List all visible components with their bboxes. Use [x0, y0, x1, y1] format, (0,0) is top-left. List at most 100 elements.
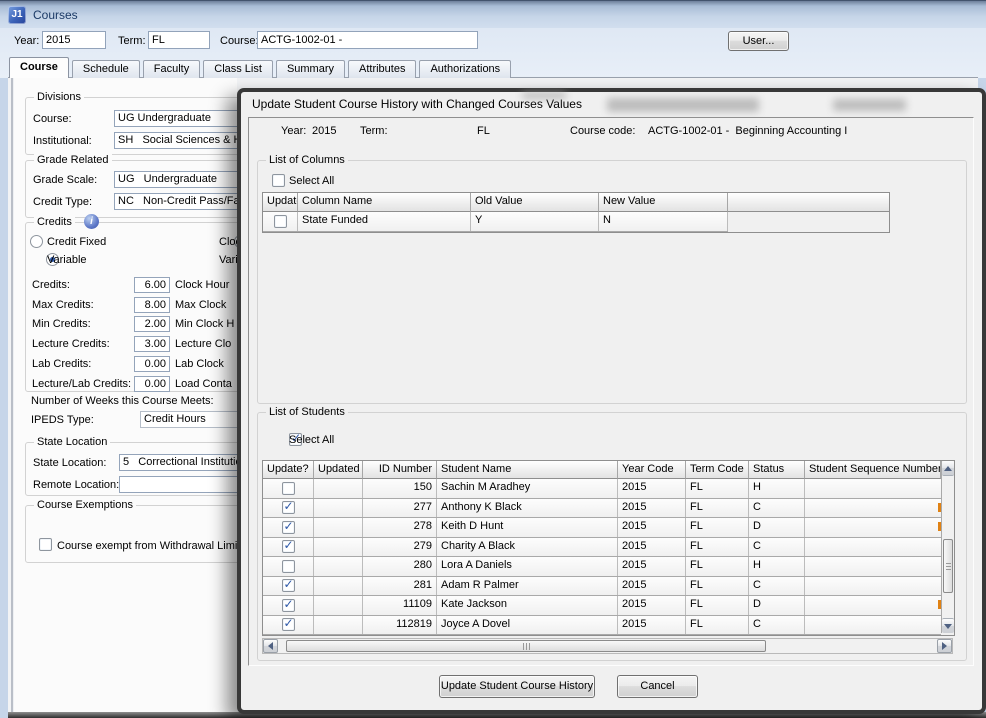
student-header-id-number[interactable]: ID Number [363, 461, 437, 479]
students-horizontal-scrollbar[interactable] [262, 638, 953, 654]
student-year-cell: 2015 [618, 557, 686, 576]
student-update-checkbox[interactable] [282, 560, 295, 573]
student-update-checkbox[interactable] [282, 521, 295, 534]
student-status-cell: D [749, 596, 805, 615]
student-update-checkbox[interactable] [282, 540, 295, 553]
tab-attributes[interactable]: Attributes [348, 60, 416, 78]
student-status-cell: C [749, 616, 805, 635]
student-row[interactable]: 277Anthony K Black2015FLC [263, 499, 941, 519]
tab-authorizations[interactable]: Authorizations [419, 60, 511, 78]
column-header-update-[interactable]: Update? [263, 193, 298, 212]
scroll-left-button[interactable] [263, 639, 278, 653]
student-update-cell[interactable] [263, 518, 314, 537]
credit-row-input[interactable]: 0.00 [134, 356, 170, 372]
student-year-cell: 2015 [618, 616, 686, 635]
column-header-old-value[interactable]: Old Value [471, 193, 599, 212]
student-row[interactable]: 281Adam R Palmer2015FLC [263, 577, 941, 597]
update-cell[interactable] [263, 212, 298, 231]
student-update-cell[interactable] [263, 616, 314, 635]
student-term-cell: FL [686, 616, 749, 635]
update-course-history-dialog: Update Student Course History with Chang… [237, 88, 986, 714]
student-updated-cell [314, 616, 363, 635]
credit-row-input[interactable]: 8.00 [134, 297, 170, 313]
columns-table-row[interactable]: State FundedYN [263, 212, 728, 232]
scroll-down-button[interactable] [942, 618, 954, 633]
student-header-status[interactable]: Status [749, 461, 805, 479]
student-update-cell[interactable] [263, 479, 314, 498]
student-id-cell: 281 [363, 577, 437, 596]
student-row[interactable]: 279Charity A Black2015FLC [263, 538, 941, 558]
student-updated-cell [314, 538, 363, 557]
student-update-cell[interactable] [263, 577, 314, 596]
row-update-checkbox[interactable] [274, 215, 287, 228]
columns-select-all-checkbox[interactable] [272, 174, 285, 187]
student-update-checkbox[interactable] [282, 618, 295, 631]
cancel-button[interactable]: Cancel [617, 675, 698, 698]
student-updated-cell [314, 596, 363, 615]
student-update-cell[interactable] [263, 499, 314, 518]
student-update-checkbox[interactable] [282, 599, 295, 612]
column-header-column-name[interactable]: Column Name [298, 193, 471, 212]
credit-row-label: Credits: [32, 279, 70, 293]
student-id-cell: 278 [363, 518, 437, 537]
student-header-year-code[interactable]: Year Code [618, 461, 686, 479]
student-header-term-code[interactable]: Term Code [686, 461, 749, 479]
student-header-student-sequence-number[interactable]: Student Sequence Number [805, 461, 941, 479]
student-update-checkbox[interactable] [282, 579, 295, 592]
tab-summary[interactable]: Summary [276, 60, 345, 78]
student-header-update-[interactable]: Update? [263, 461, 314, 479]
vertical-scroll-thumb[interactable] [943, 539, 953, 593]
tab-schedule[interactable]: Schedule [72, 60, 140, 78]
student-id-cell: 150 [363, 479, 437, 498]
credit-row-clock-label: Max Clock [175, 299, 226, 313]
student-row[interactable]: 11109Kate Jackson2015FLD [263, 596, 941, 616]
grade-scale-label: Grade Scale: [33, 174, 97, 188]
students-vertical-scrollbar[interactable] [941, 461, 954, 633]
student-update-cell[interactable] [263, 557, 314, 576]
scroll-up-button[interactable] [942, 461, 954, 476]
student-name-cell: Keith D Hunt [437, 518, 618, 537]
student-updated-cell [314, 479, 363, 498]
credit-row-input[interactable]: 3.00 [134, 336, 170, 352]
update-student-course-history-button[interactable]: Update Student Course History [439, 675, 595, 698]
term-input[interactable]: FL [148, 31, 210, 49]
student-update-cell[interactable] [263, 596, 314, 615]
withdrawal-limit-checkbox[interactable] [39, 538, 52, 551]
student-row[interactable]: 280Lora A Daniels2015FLH [263, 557, 941, 577]
student-term-cell: FL [686, 518, 749, 537]
student-header-student-name[interactable]: Student Name [437, 461, 618, 479]
student-update-cell[interactable] [263, 538, 314, 557]
student-updated-cell [314, 499, 363, 518]
student-year-cell: 2015 [618, 518, 686, 537]
tab-faculty[interactable]: Faculty [143, 60, 200, 78]
student-term-cell: FL [686, 596, 749, 615]
scroll-right-button[interactable] [937, 639, 952, 653]
column-header-new-value[interactable]: New Value [599, 193, 728, 212]
tab-class-list[interactable]: Class List [203, 60, 273, 78]
redacted-blur [607, 98, 759, 112]
dialog-title: Update Student Course History with Chang… [252, 97, 582, 111]
student-row[interactable]: 112819Joyce A Dovel2015FLC [263, 616, 941, 636]
list-of-columns-title: List of Columns [266, 154, 348, 167]
student-header-updated[interactable]: Updated [314, 461, 363, 479]
credit-row-input[interactable]: 2.00 [134, 316, 170, 332]
course-input[interactable]: ACTG-1002-01 - [257, 31, 478, 49]
credit-row-input[interactable]: 0.00 [134, 376, 170, 392]
state-location-title: State Location [34, 436, 110, 449]
student-update-checkbox[interactable] [282, 482, 295, 495]
student-update-checkbox[interactable] [282, 501, 295, 514]
student-row[interactable]: 278Keith D Hunt2015FLD [263, 518, 941, 538]
year-input[interactable]: 2015 [42, 31, 106, 49]
student-term-cell: FL [686, 557, 749, 576]
columns-select-all-label: Select All [289, 175, 334, 189]
columns-table-header: Update?Column NameOld ValueNew Value [263, 193, 889, 212]
student-status-cell: C [749, 577, 805, 596]
student-updated-cell [314, 557, 363, 576]
credit-row-input[interactable]: 6.00 [134, 277, 170, 293]
horizontal-scroll-thumb[interactable] [286, 640, 766, 652]
user-button[interactable]: User... [728, 31, 789, 51]
withdrawal-limit-label: Course exempt from Withdrawal Limit [57, 540, 240, 554]
tab-course[interactable]: Course [9, 57, 69, 78]
student-year-cell: 2015 [618, 596, 686, 615]
student-row[interactable]: 150Sachin M Aradhey2015FLH [263, 479, 941, 499]
